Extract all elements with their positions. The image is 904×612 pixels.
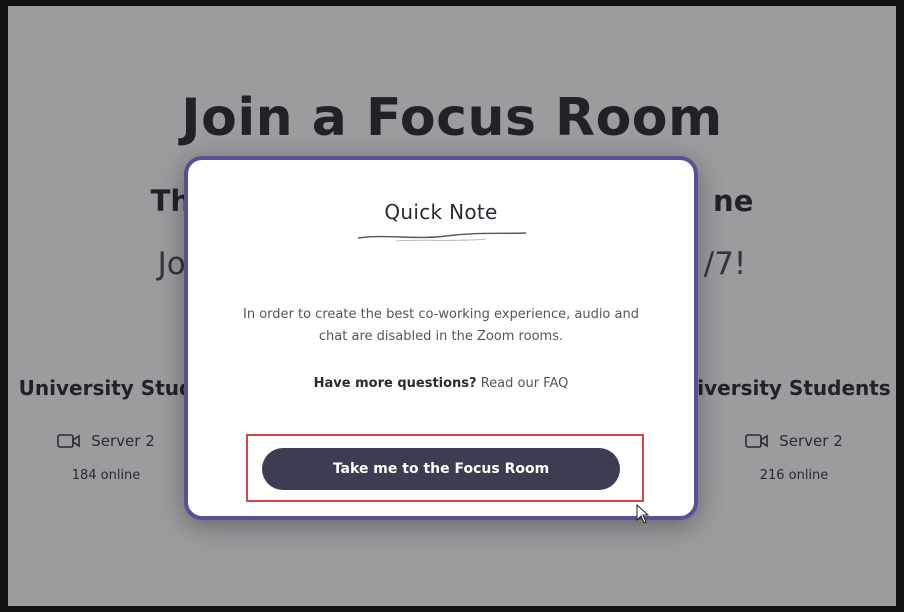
faq-link[interactable]: Read our FAQ bbox=[481, 376, 569, 391]
take-me-to-focus-room-button[interactable]: Take me to the Focus Room bbox=[262, 448, 620, 490]
quick-note-modal: Quick Note In order to create the best c… bbox=[184, 156, 698, 520]
faq-question: Have more questions? bbox=[313, 376, 477, 391]
modal-title: Quick Note bbox=[384, 200, 498, 224]
mouse-cursor-icon bbox=[636, 504, 650, 524]
faq-line: Have more questions? Read our FAQ bbox=[188, 376, 694, 391]
app-window: Join a Focus Room Th ne Jo/7! University … bbox=[8, 6, 896, 606]
modal-body-text: In order to create the best co-working e… bbox=[243, 307, 639, 344]
squiggle-underline-icon bbox=[357, 232, 527, 242]
